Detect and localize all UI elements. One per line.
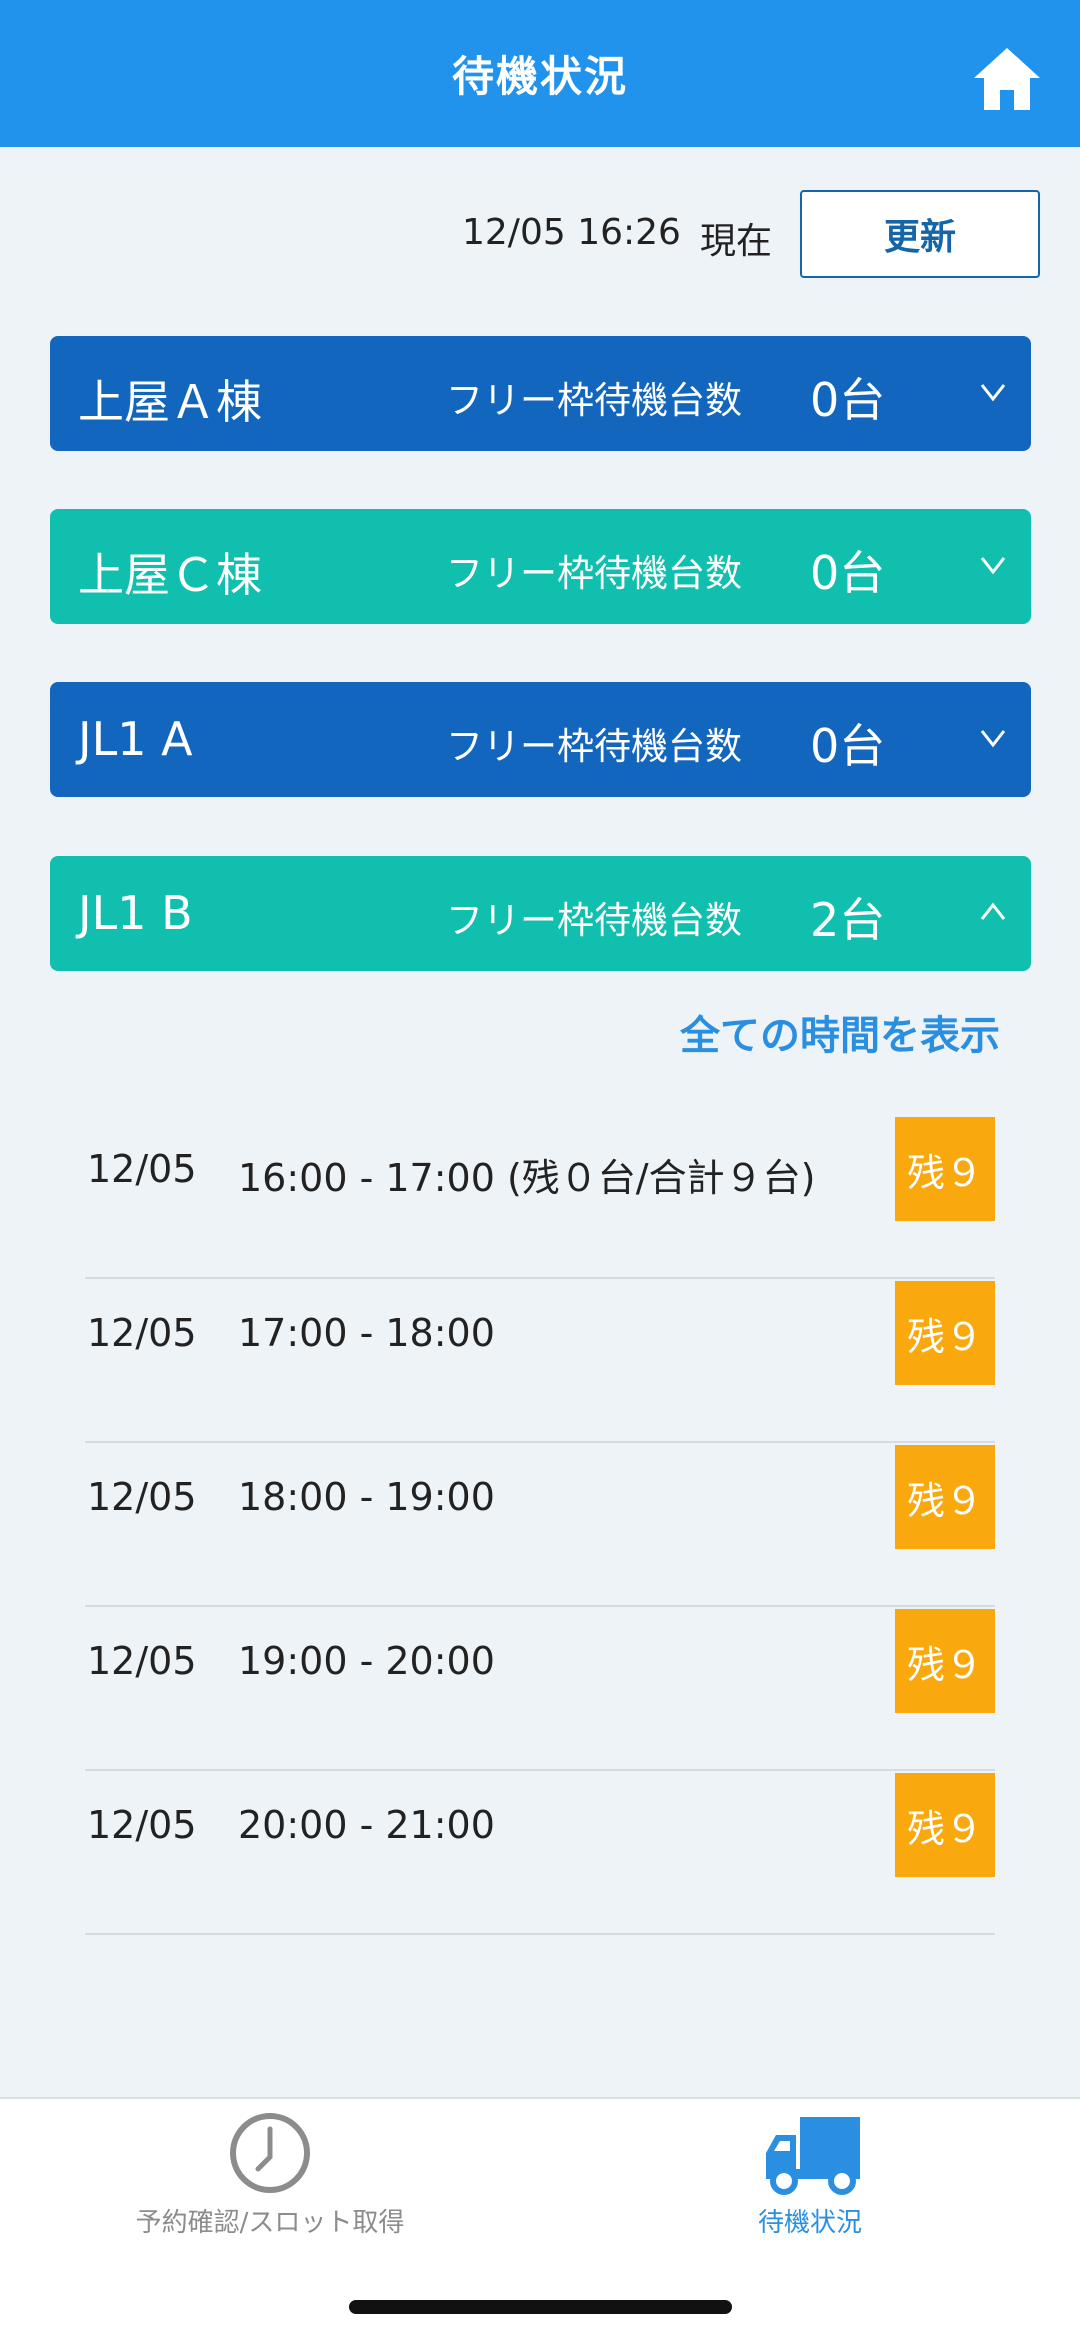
time-slot-row[interactable]: 12/05 18:00 - 19:00 残９ — [85, 1443, 995, 1607]
clock-icon — [230, 2113, 310, 2193]
building-row-jl1a[interactable]: JL1 A フリー枠待機台数 0台 — [50, 682, 1031, 797]
slot-time: 16:00 - 17:00 (残０台/合計９台) — [238, 1156, 816, 1200]
home-icon[interactable] — [970, 44, 1044, 114]
remaining-badge: 残９ — [895, 1445, 995, 1549]
waiting-count-label: フリー枠待機台数 — [446, 899, 742, 942]
remaining-badge: 残９ — [895, 1773, 995, 1877]
slot-time: 18:00 - 19:00 — [238, 1475, 495, 1519]
tab-label: 待機状況 — [757, 2208, 862, 2238]
show-all-times-link[interactable]: 全ての時間を表示 — [680, 1003, 1000, 1061]
building-row-a[interactable]: 上屋Ａ棟 フリー枠待機台数 0台 — [50, 336, 1031, 451]
page-title: 待機状況 — [451, 52, 628, 101]
remaining-badge: 残９ — [895, 1609, 995, 1713]
now-label: 現在 — [700, 221, 773, 262]
building-name: JL1 A — [78, 712, 193, 766]
building-name: 上屋Ａ棟 — [78, 375, 262, 429]
slot-date: 12/05 — [87, 1475, 197, 1519]
status-row: 12/05 16:26 現在 更新 — [0, 190, 1080, 278]
building-name: JL1 B — [78, 886, 193, 940]
slot-time: 20:00 - 21:00 — [238, 1803, 495, 1847]
building-row-c[interactable]: 上屋Ｃ棟 フリー枠待機台数 0台 — [50, 509, 1031, 624]
remaining-badge: 残９ — [895, 1117, 995, 1221]
waiting-count: 2台 — [810, 893, 886, 947]
chevron-up-icon — [980, 902, 1006, 920]
time-slot-row[interactable]: 12/05 17:00 - 18:00 残９ — [85, 1279, 995, 1443]
refresh-button[interactable]: 更新 — [800, 190, 1040, 278]
remaining-badge: 残９ — [895, 1281, 995, 1385]
building-name: 上屋Ｃ棟 — [78, 548, 262, 602]
slot-date: 12/05 — [87, 1803, 197, 1847]
update-timestamp: 12/05 16:26 — [462, 212, 681, 253]
slot-date: 12/05 — [87, 1147, 197, 1191]
waiting-count-label: フリー枠待機台数 — [446, 379, 742, 422]
chevron-down-icon — [980, 384, 1006, 402]
waiting-count: 0台 — [810, 373, 886, 427]
tab-label: 予約確認/スロット取得 — [135, 2208, 405, 2238]
waiting-count: 0台 — [810, 719, 886, 773]
waiting-count-label: フリー枠待機台数 — [446, 552, 742, 595]
time-slot-row[interactable]: 12/05 16:00 - 17:00 (残０台/合計９台) 残９ — [85, 1115, 995, 1279]
waiting-count: 0台 — [810, 546, 886, 600]
slot-time: 17:00 - 18:00 — [238, 1311, 495, 1355]
tab-waiting-status[interactable]: 待機状況 — [540, 2099, 1080, 2249]
time-slot-list: 12/05 16:00 - 17:00 (残０台/合計９台) 残９ 12/05 … — [85, 1115, 995, 1935]
chevron-down-icon — [980, 730, 1006, 748]
time-slot-row[interactable]: 12/05 19:00 - 20:00 残９ — [85, 1607, 995, 1771]
waiting-count-label: フリー枠待機台数 — [446, 725, 742, 768]
app-header: 待機状況 — [0, 0, 1080, 147]
tab-reservation[interactable]: 予約確認/スロット取得 — [0, 2099, 540, 2249]
slot-date: 12/05 — [87, 1311, 197, 1355]
slot-date: 12/05 — [87, 1639, 197, 1683]
building-row-jl1b[interactable]: JL1 B フリー枠待機台数 2台 — [50, 856, 1031, 971]
truck-icon — [766, 2117, 860, 2195]
time-slot-row[interactable]: 12/05 20:00 - 21:00 残９ — [85, 1771, 995, 1935]
chevron-down-icon — [980, 557, 1006, 575]
slot-time: 19:00 - 20:00 — [238, 1639, 495, 1683]
home-indicator — [349, 2300, 732, 2314]
